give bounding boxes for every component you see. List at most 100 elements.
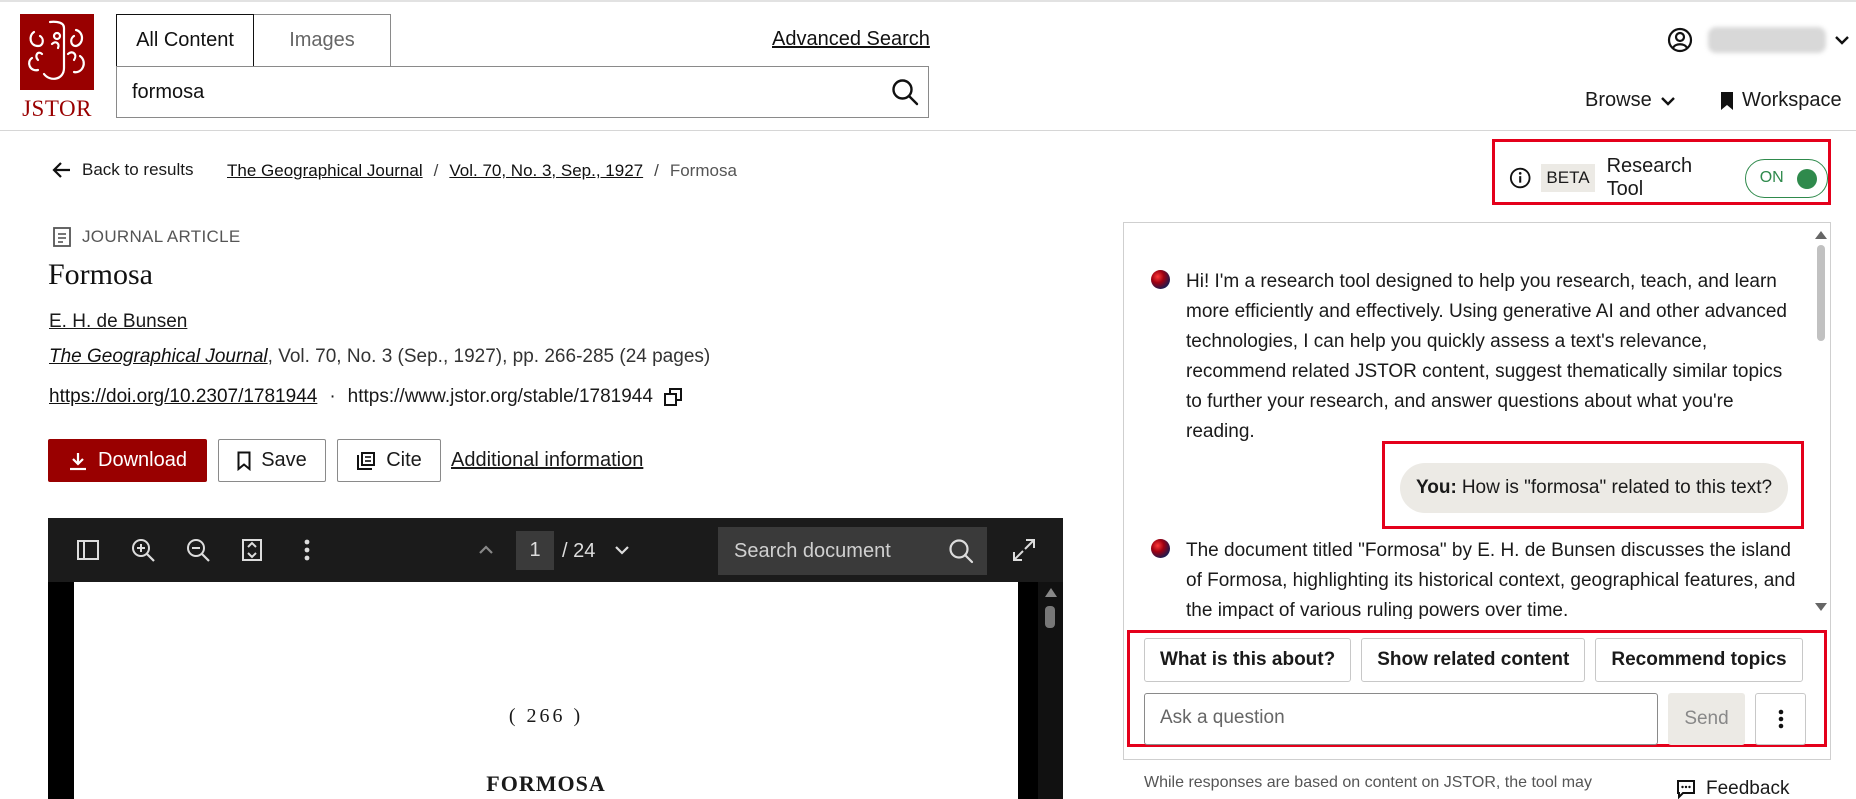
page-total: / 24 <box>562 540 596 562</box>
show-related-content-button[interactable]: Show related content <box>1361 638 1586 682</box>
search-input[interactable] <box>132 67 852 117</box>
document-search-input[interactable] <box>734 527 934 575</box>
chevron-down-icon <box>1660 96 1675 106</box>
bot-message: Hi! I'm a research tool designed to help… <box>1151 267 1796 447</box>
article-links: https://doi.org/10.2307/1781944 · https:… <box>49 386 683 408</box>
chevron-down-icon <box>1835 36 1849 45</box>
info-icon[interactable] <box>1509 166 1531 190</box>
back-to-results-link[interactable]: Back to results <box>52 160 194 180</box>
fit-page-icon[interactable] <box>238 536 266 564</box>
search-icon[interactable] <box>947 537 975 570</box>
browse-menu[interactable]: Browse <box>1585 89 1676 112</box>
pdf-viewer: 1 / 24 ( 266 ) FORMOSA <box>48 518 1063 799</box>
browse-label: Browse <box>1585 89 1652 111</box>
scroll-up-arrow[interactable] <box>1815 231 1827 239</box>
sidebar-toggle-icon[interactable] <box>74 536 102 564</box>
pdf-page: ( 266 ) FORMOSA <box>74 582 1018 799</box>
document-search <box>718 527 987 575</box>
quick-actions: What is this about? Show related content… <box>1144 638 1813 682</box>
more-options-icon[interactable] <box>293 536 321 564</box>
user-question: How is "formosa" related to this text? <box>1461 477 1773 498</box>
account-menu[interactable] <box>1666 26 1850 54</box>
download-icon <box>70 452 87 470</box>
bot-answer-text: The document titled "Formosa" by E. H. d… <box>1186 540 1796 619</box>
jstor-logo-emblem <box>20 14 94 90</box>
citation-details: , Vol. 70, No. 3 (Sep., 1927), pp. 266-2… <box>267 346 711 367</box>
breadcrumb-current: Formosa <box>669 161 737 180</box>
arrow-left-icon <box>52 162 70 178</box>
workspace-label: Workspace <box>1742 89 1842 111</box>
toggle-knob <box>1796 168 1817 189</box>
zoom-in-icon[interactable] <box>129 536 157 564</box>
viewer-scrollbar[interactable] <box>1038 582 1063 799</box>
article-type: JOURNAL ARTICLE <box>52 226 241 248</box>
article-title: Formosa <box>48 258 153 291</box>
toggle-state-label: ON <box>1759 168 1784 186</box>
page-number-input[interactable]: 1 <box>516 531 554 570</box>
chat-scrollbar[interactable] <box>1815 227 1827 613</box>
doi-link[interactable]: https://doi.org/10.2307/1781944 <box>49 386 317 408</box>
bookmark-icon <box>237 451 251 471</box>
feedback-icon <box>1677 780 1695 799</box>
tab-all-content[interactable]: All Content <box>116 14 254 66</box>
search-box <box>116 66 929 118</box>
previous-page-icon[interactable] <box>472 536 500 564</box>
ask-question-input[interactable] <box>1144 693 1658 745</box>
scroll-up-arrow[interactable] <box>1045 588 1057 597</box>
fullscreen-icon[interactable] <box>1010 536 1038 564</box>
ask-row: Send <box>1144 693 1806 745</box>
copy-icon[interactable] <box>663 387 683 407</box>
scroll-down-arrow[interactable] <box>1815 603 1827 611</box>
cite-button[interactable]: Cite <box>337 439 441 482</box>
document-icon <box>53 227 71 247</box>
user-message: You: How is "formosa" related to this te… <box>1400 463 1789 513</box>
additional-information-link[interactable]: Additional information <box>451 449 643 472</box>
breadcrumb-issue[interactable]: Vol. 70, No. 3, Sep., 1927 <box>449 161 643 181</box>
bot-avatar <box>1151 539 1170 558</box>
scrollbar-thumb[interactable] <box>1045 606 1055 628</box>
workspace-link[interactable]: Workspace <box>1720 89 1842 112</box>
download-label: Download <box>98 449 187 471</box>
back-label: Back to results <box>82 160 194 179</box>
send-button[interactable]: Send <box>1668 693 1745 745</box>
research-tool-bar: BETA Research Tool ON <box>1492 139 1831 205</box>
user-message-highlight: You: How is "formosa" related to this te… <box>1382 441 1804 529</box>
site-header: JSTOR All Content Images Advanced Search… <box>0 0 1856 131</box>
feedback-button[interactable]: Feedback <box>1676 778 1789 799</box>
author-link[interactable]: E. H. de Bunsen <box>49 311 187 333</box>
recommend-topics-button[interactable]: Recommend topics <box>1595 638 1803 682</box>
chat-actions-highlight: What is this about? Show related content… <box>1127 630 1827 747</box>
article-actions: Download Save Cite Additional informatio… <box>48 439 643 482</box>
chat-more-options-button[interactable] <box>1755 693 1806 745</box>
jstor-logo-text: JSTOR <box>22 96 92 121</box>
bot-intro-text: Hi! I'm a research tool designed to help… <box>1186 271 1787 442</box>
pdf-page-number: ( 266 ) <box>508 705 584 727</box>
download-button[interactable]: Download <box>48 439 207 482</box>
journal-link[interactable]: The Geographical Journal <box>49 346 268 367</box>
advanced-search-link[interactable]: Advanced Search <box>772 28 930 51</box>
what-is-this-about-button[interactable]: What is this about? <box>1144 638 1352 682</box>
citation: The Geographical Journal, Vol. 70, No. 3… <box>49 346 710 368</box>
tab-images[interactable]: Images <box>254 14 391 66</box>
user-prefix: You: <box>1416 477 1457 498</box>
beta-badge: BETA <box>1541 164 1595 192</box>
save-label: Save <box>261 449 307 471</box>
bot-message: The document titled "Formosa" by E. H. d… <box>1151 536 1796 619</box>
article-type-label: JOURNAL ARTICLE <box>82 227 241 246</box>
research-tool-title: Research Tool <box>1606 155 1693 200</box>
account-name-redacted <box>1708 27 1826 53</box>
search-icon[interactable] <box>890 77 920 107</box>
breadcrumb-journal[interactable]: The Geographical Journal <box>227 161 423 181</box>
save-button[interactable]: Save <box>218 439 326 482</box>
next-page-icon[interactable] <box>608 536 636 564</box>
bot-avatar <box>1151 270 1170 289</box>
breadcrumb: The Geographical Journal / Vol. 70, No. … <box>227 161 737 181</box>
zoom-out-icon[interactable] <box>184 536 212 564</box>
research-tool-toggle[interactable]: ON <box>1744 158 1828 198</box>
cite-label: Cite <box>386 449 422 471</box>
scrollbar-thumb[interactable] <box>1817 245 1825 341</box>
jstor-logo[interactable]: JSTOR <box>18 14 96 122</box>
breadcrumb-separator: / <box>433 161 439 180</box>
chat-history: Hi! I'm a research tool designed to help… <box>1124 223 1830 619</box>
more-vertical-icon <box>1778 709 1783 729</box>
